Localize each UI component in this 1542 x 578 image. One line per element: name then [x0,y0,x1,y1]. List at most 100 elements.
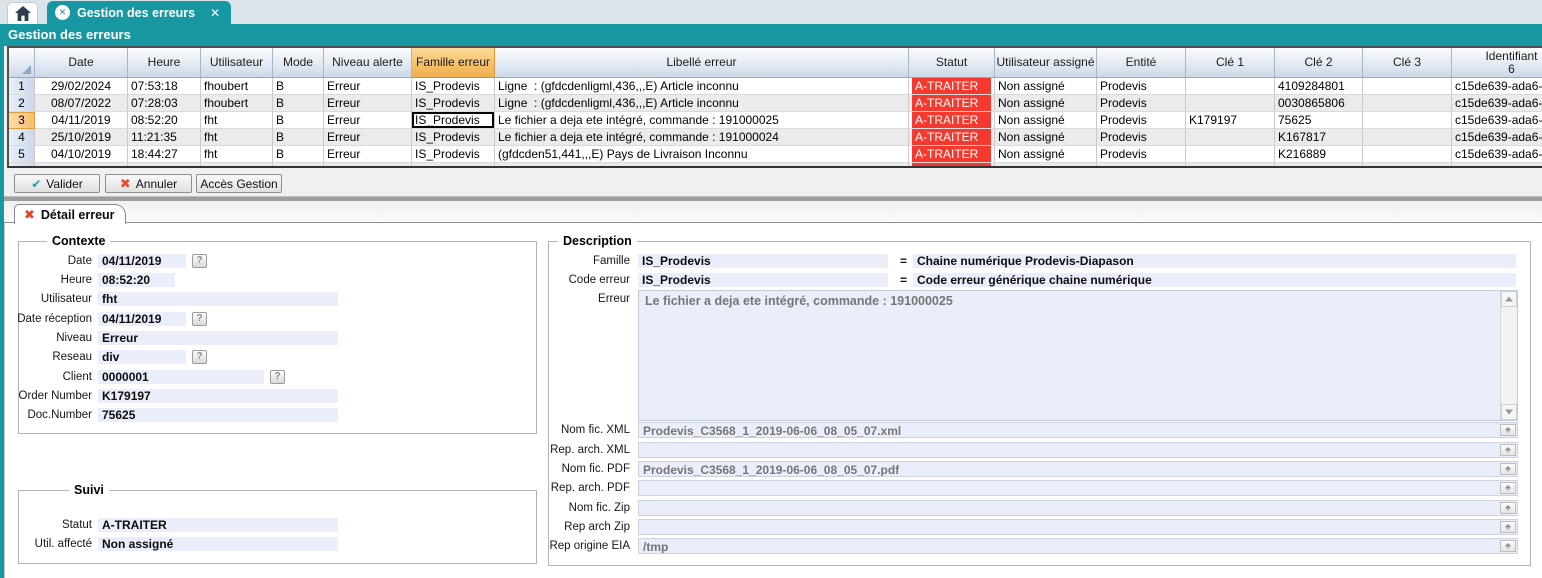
cell-lib[interactable]: (gfdcden51,441,,,E) Pays de Livraison In… [495,146,909,163]
cell-heure[interactable]: 07:53:18 [128,78,201,95]
erreur-textarea[interactable]: Le fichier a deja ete intégré, commande … [638,290,1518,421]
column-header-util[interactable]: Utilisateur [201,48,273,78]
cell-ident[interactable]: c15de639-ada6-1d [1452,78,1542,95]
column-header-assigne[interactable]: Utilisateur assigné [995,48,1097,78]
help-button-reseau[interactable]: ? [192,350,207,364]
cell-ident[interactable]: c15de639-ada6-1d [1452,112,1542,129]
column-header-ident[interactable]: Identifiant6 [1452,48,1542,78]
tab-gestion-des-erreurs[interactable]: ✕ Gestion des erreurs ✕ [47,1,231,24]
doc-number-field[interactable]: 75625 [98,408,338,422]
cell-date[interactable]: 04/11/2019 [35,112,128,129]
cell-date[interactable]: 29/02/2024 [35,78,128,95]
cell-fam[interactable]: IS_Prodevis [412,95,495,112]
cell-mode[interactable]: B [273,129,324,146]
spin-control-icon[interactable] [1500,424,1516,436]
valider-button[interactable]: ✔ Valider [14,174,100,193]
cell-mode[interactable]: B [273,78,324,95]
cell-cle3[interactable] [1363,112,1452,129]
home-tab[interactable] [7,2,38,24]
tab-detail-erreur[interactable]: ✖ Détail erreur [14,204,126,224]
cell-niveau[interactable]: Erreur [324,78,412,95]
cell-fam[interactable]: IS_Prodevis [412,129,495,146]
column-header-lib[interactable]: Libellé erreur [495,48,909,78]
acces-gestion-button[interactable]: Accès Gestion [196,174,282,193]
famille-field[interactable]: IS_Prodevis [638,254,888,268]
cell-assigne[interactable]: Non assigné [995,78,1097,95]
cell-entite[interactable]: Prodevis [1097,112,1186,129]
cell-date[interactable]: 04/10/2019 [35,146,128,163]
cell-date[interactable]: 08/07/2022 [35,95,128,112]
cell-cle3[interactable] [1363,129,1452,146]
column-header-heure[interactable]: Heure [128,48,201,78]
cell-util[interactable]: fht [201,129,273,146]
cell-niveau[interactable]: Erreur [324,129,412,146]
table-row[interactable]: 5 04/10/2019 18:44:27 fht B Erreur IS_Pr… [9,146,1542,163]
cell-heure[interactable]: 08:52:20 [128,112,201,129]
cell-mode[interactable]: B [273,146,324,163]
scrollbar[interactable] [1500,291,1517,420]
help-button-date-reception[interactable]: ? [192,312,207,326]
cell-cle3[interactable] [1363,78,1452,95]
cell-fam[interactable]: IS_Prodevis [412,78,495,95]
cell-statut[interactable]: A-TRAITER [909,112,995,129]
cell-lib[interactable]: Ligne : (gfdcdenligml,436,,,E) Article i… [495,78,909,95]
cell-entite[interactable]: Prodevis [1097,95,1186,112]
column-header-niveau[interactable]: Niveau alerte [324,48,412,78]
column-header-entite[interactable]: Entité [1097,48,1186,78]
date-reception-field[interactable]: 04/11/2019 [98,312,186,326]
niveau-field[interactable]: Erreur [98,331,338,345]
date-field[interactable]: 04/11/2019 [98,254,186,268]
cell-util[interactable]: fhoubert [201,78,273,95]
code-erreur-field[interactable]: IS_Prodevis [638,273,888,287]
cell-assigne[interactable]: Non assigné [995,112,1097,129]
column-header-cle2[interactable]: Clé 2 [1275,48,1363,78]
famille-libelle-field[interactable]: Chaine numérique Prodevis-Diapason [913,254,1516,268]
cell-date[interactable]: 25/10/2019 [35,129,128,146]
cell-entite[interactable]: Prodevis [1097,78,1186,95]
cell-ident[interactable]: c15de639-ada6-1d [1452,129,1542,146]
column-header-cle3[interactable]: Clé 3 [1363,48,1452,78]
cell-cle2[interactable]: K167817 [1275,129,1363,146]
spin-control-icon[interactable] [1500,502,1516,514]
cell-assigne[interactable]: Non assigné [995,95,1097,112]
table-select-all-corner[interactable] [9,48,35,78]
cell-lib[interactable]: Le fichier a deja ete intégré, commande … [495,129,909,146]
column-header-mode[interactable]: Mode [273,48,324,78]
cell-cle2[interactable]: 75625 [1275,112,1363,129]
tab-close-icon[interactable]: ✕ [210,6,220,20]
spin-control-icon[interactable] [1500,444,1516,456]
cell-mode[interactable]: B [273,95,324,112]
help-button-client[interactable]: ? [270,370,285,384]
rep-origine-eia-field[interactable]: /tmp [638,538,1518,554]
scroll-down-button[interactable] [1501,404,1517,420]
cell-lib[interactable]: Ligne : (gfdcdenligml,436,,,E) Article i… [495,95,909,112]
column-header-cle1[interactable]: Clé 1 [1186,48,1275,78]
spin-control-icon[interactable] [1500,463,1516,475]
row-number-cell[interactable]: 4 [9,129,35,146]
cell-assigne[interactable]: Non assigné [995,129,1097,146]
cell-statut[interactable]: A-TRAITER [909,78,995,95]
cell-cle3[interactable] [1363,95,1452,112]
cell-assigne[interactable]: Non assigné [995,146,1097,163]
cell-cle2[interactable]: K216889 [1275,146,1363,163]
cell-fam[interactable]: IS_Prodevis [412,112,495,129]
statut-field[interactable]: A-TRAITER [98,518,338,532]
scroll-up-button[interactable] [1501,291,1517,307]
column-header-statut[interactable]: Statut [909,48,995,78]
cell-heure[interactable]: 07:28:03 [128,95,201,112]
rep-arch-zip-field[interactable] [638,519,1518,535]
cell-mode[interactable]: B [273,112,324,129]
cell-cle3[interactable] [1363,146,1452,163]
cell-heure[interactable]: 11:21:35 [128,129,201,146]
row-number-cell[interactable]: 5 [9,146,35,163]
table-row[interactable]: 4 25/10/2019 11:21:35 fht B Erreur IS_Pr… [9,129,1542,146]
code-erreur-libelle-field[interactable]: Code erreur générique chaine numérique [913,273,1516,287]
spin-control-icon[interactable] [1500,521,1516,533]
cell-cle1[interactable] [1186,78,1275,95]
cell-util[interactable]: fht [201,112,273,129]
nom-fic-xml-field[interactable]: Prodevis_C3568_1_2019-06-06_08_05_07.xml [638,422,1518,438]
cell-cle1[interactable] [1186,95,1275,112]
cell-util[interactable]: fhoubert [201,95,273,112]
cell-cle2[interactable]: 0030865806 [1275,95,1363,112]
table-row[interactable]: 1 29/02/2024 07:53:18 fhoubert B Erreur … [9,78,1542,95]
